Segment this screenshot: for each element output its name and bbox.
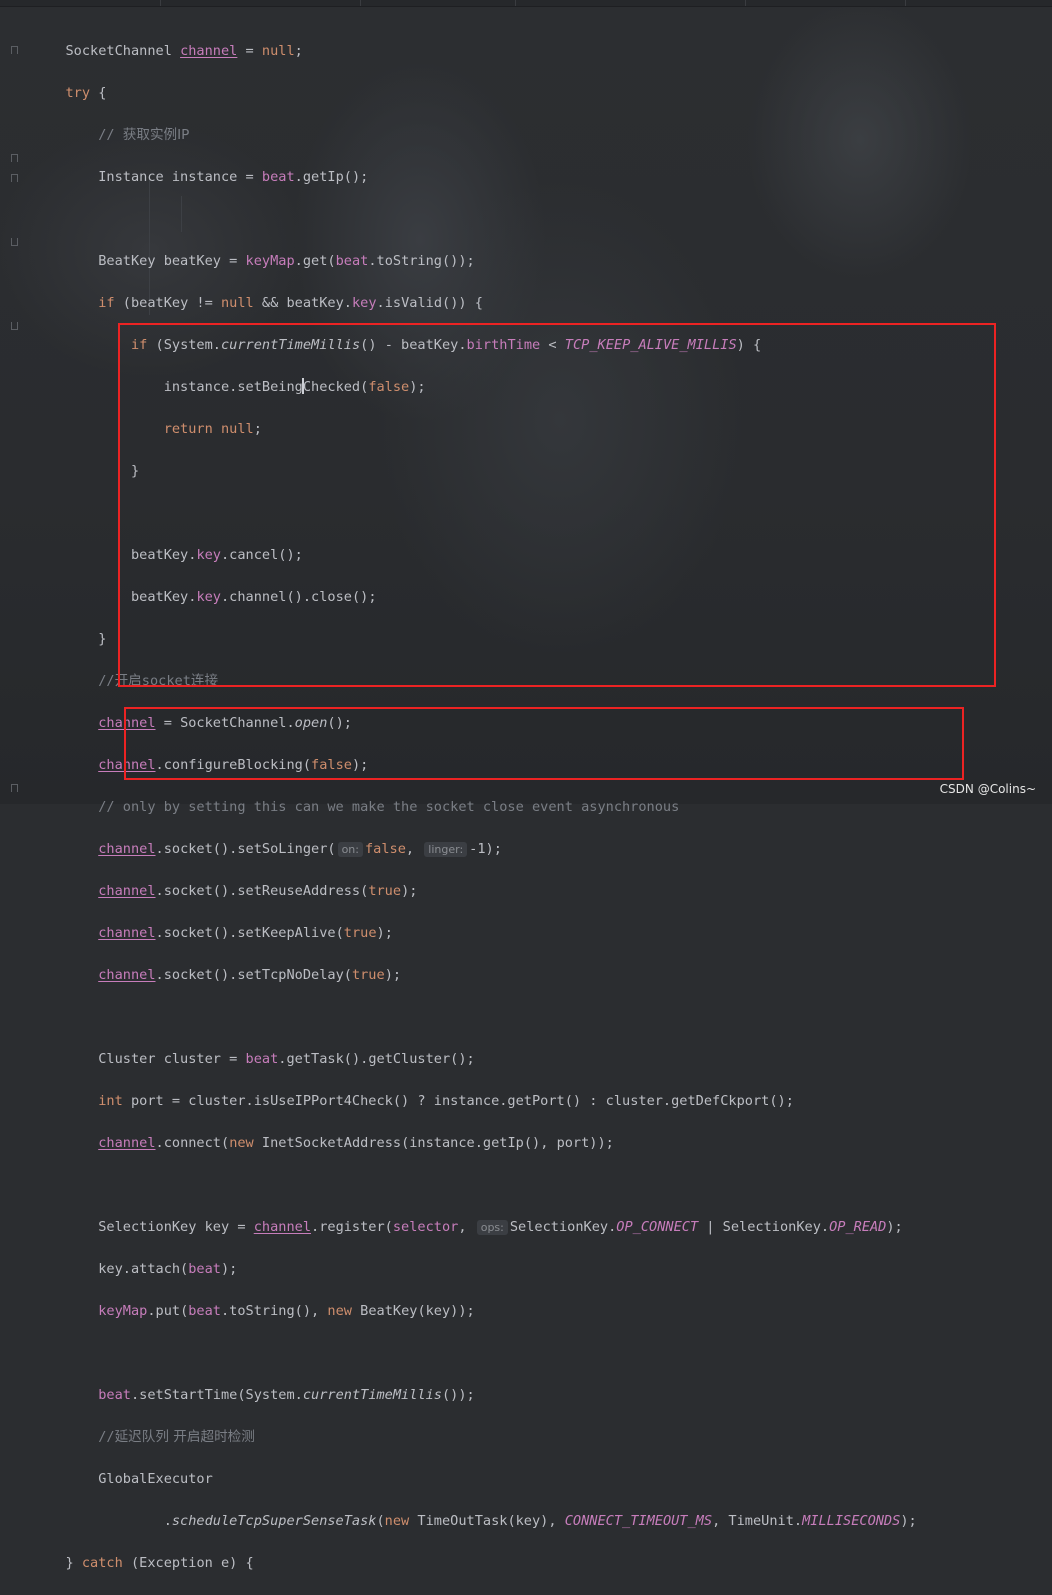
code-line: //延迟队列 开启超时检测 [98,1429,255,1445]
highlight-box-socket-setup [118,323,996,687]
code-line: BeatKey beatKey = keyMap.get(beat.toStri… [98,253,475,269]
parameter-hint: on: [337,842,363,857]
code-line: // 获取实例IP [98,127,190,143]
code-line: // only by setting this can we make the … [98,799,680,815]
editor-tab-strip[interactable] [0,0,1052,7]
code-line: SocketChannel channel = null; [65,43,303,59]
editor-tab[interactable] [360,0,516,6]
editor-tab[interactable] [515,0,746,6]
code-line: key.attach(beat); [98,1261,238,1277]
highlight-box-timeout-task [124,707,964,780]
parameter-hint: ops: [476,1220,508,1235]
code-line: keyMap.put(beat.toString(), new BeatKey(… [98,1303,475,1319]
code-line: GlobalExecutor [98,1471,213,1487]
code-line: beat.setStartTime(System.currentTimeMill… [98,1387,475,1403]
code-line: channel.socket().setReuseAddress(true); [98,883,418,899]
code-line: channel.socket().setSoLinger(on: false, l… [98,841,502,857]
code-line: .scheduleTcpSuperSenseTask(new TimeOutTa… [163,1513,917,1529]
code-line: channel.connect(new InetSocketAddress(in… [98,1135,614,1151]
code-line: Instance instance = beat.getIp(); [98,169,369,185]
code-line: try { [65,85,107,101]
code-line: if (beatKey != null && beatKey.key.isVal… [98,295,483,311]
code-line: Cluster cluster = beat.getTask().getClus… [98,1051,475,1067]
parameter-hint: linger: [424,842,468,857]
code-line: } catch (Exception e) { [65,1555,254,1571]
editor-tab[interactable] [160,0,361,6]
editor-tab[interactable] [745,0,906,6]
code-line: int port = cluster.isUseIPPort4Check() ?… [98,1093,794,1109]
code-line: SelectionKey key = channel.register(sele… [98,1219,903,1235]
code-line: channel.socket().setKeepAlive(true); [98,925,393,941]
code-editor[interactable]: SocketChannel channel = null; try { // 获… [0,20,1052,1595]
watermark: CSDN @Colins~ [939,782,1036,796]
code-line: channel.socket().setTcpNoDelay(true); [98,967,402,983]
